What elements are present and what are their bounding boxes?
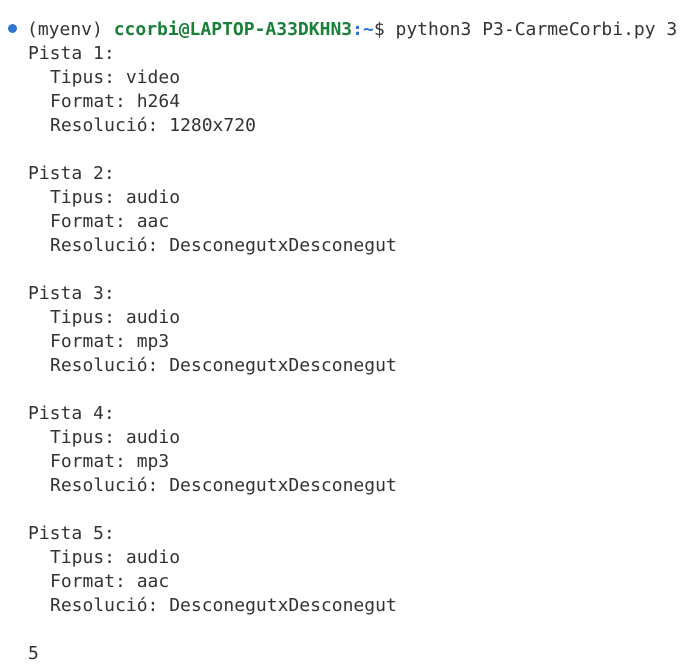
track-type: Tipus: audio xyxy=(50,547,181,568)
track-header: Pista 5: xyxy=(28,523,115,544)
track-resolution: Resolució: DesconegutxDesconegut xyxy=(50,235,397,256)
track-header: Pista 1: xyxy=(28,43,115,64)
track-format: Format: mp3 xyxy=(50,451,170,472)
status-dot-icon xyxy=(8,23,17,33)
track-header: Pista 3: xyxy=(28,283,115,304)
track-resolution: Resolució: DesconegutxDesconegut xyxy=(50,475,397,496)
track-format: Format: mp3 xyxy=(50,331,170,352)
user-host: ccorbi@LAPTOP-A33DKHN3 xyxy=(113,19,353,40)
track-header: Pista 4: xyxy=(28,403,115,424)
track-type: Tipus: audio xyxy=(50,307,181,328)
track-resolution: Resolució: DesconegutxDesconegut xyxy=(50,595,397,616)
track-type: Tipus: audio xyxy=(50,187,181,208)
track-type: Tipus: audio xyxy=(50,427,181,448)
prompt-symbol: $ xyxy=(373,19,385,40)
track-header: Pista 2: xyxy=(28,163,115,184)
command-text: python3 P3-CarmeCorbi.py 3 xyxy=(395,19,678,40)
result-output: 5 xyxy=(28,643,39,664)
track-resolution: Resolució: DesconegutxDesconegut xyxy=(50,355,397,376)
track-resolution: Resolució: 1280x720 xyxy=(50,115,256,136)
current-path: ~ xyxy=(362,19,374,40)
venv-label: (myenv) xyxy=(27,19,103,40)
terminal-window[interactable]: (myenv) ccorbi@LAPTOP-A33DKHN3:~$ python… xyxy=(0,0,685,664)
track-format: Format: h264 xyxy=(50,91,181,112)
track-format: Format: aac xyxy=(50,571,170,592)
prompt-separator: : xyxy=(352,19,363,40)
track-type: Tipus: video xyxy=(50,67,181,88)
prompt-line: (myenv) ccorbi@LAPTOP-A33DKHN3:~$ python… xyxy=(8,18,677,42)
track-format: Format: aac xyxy=(50,211,170,232)
